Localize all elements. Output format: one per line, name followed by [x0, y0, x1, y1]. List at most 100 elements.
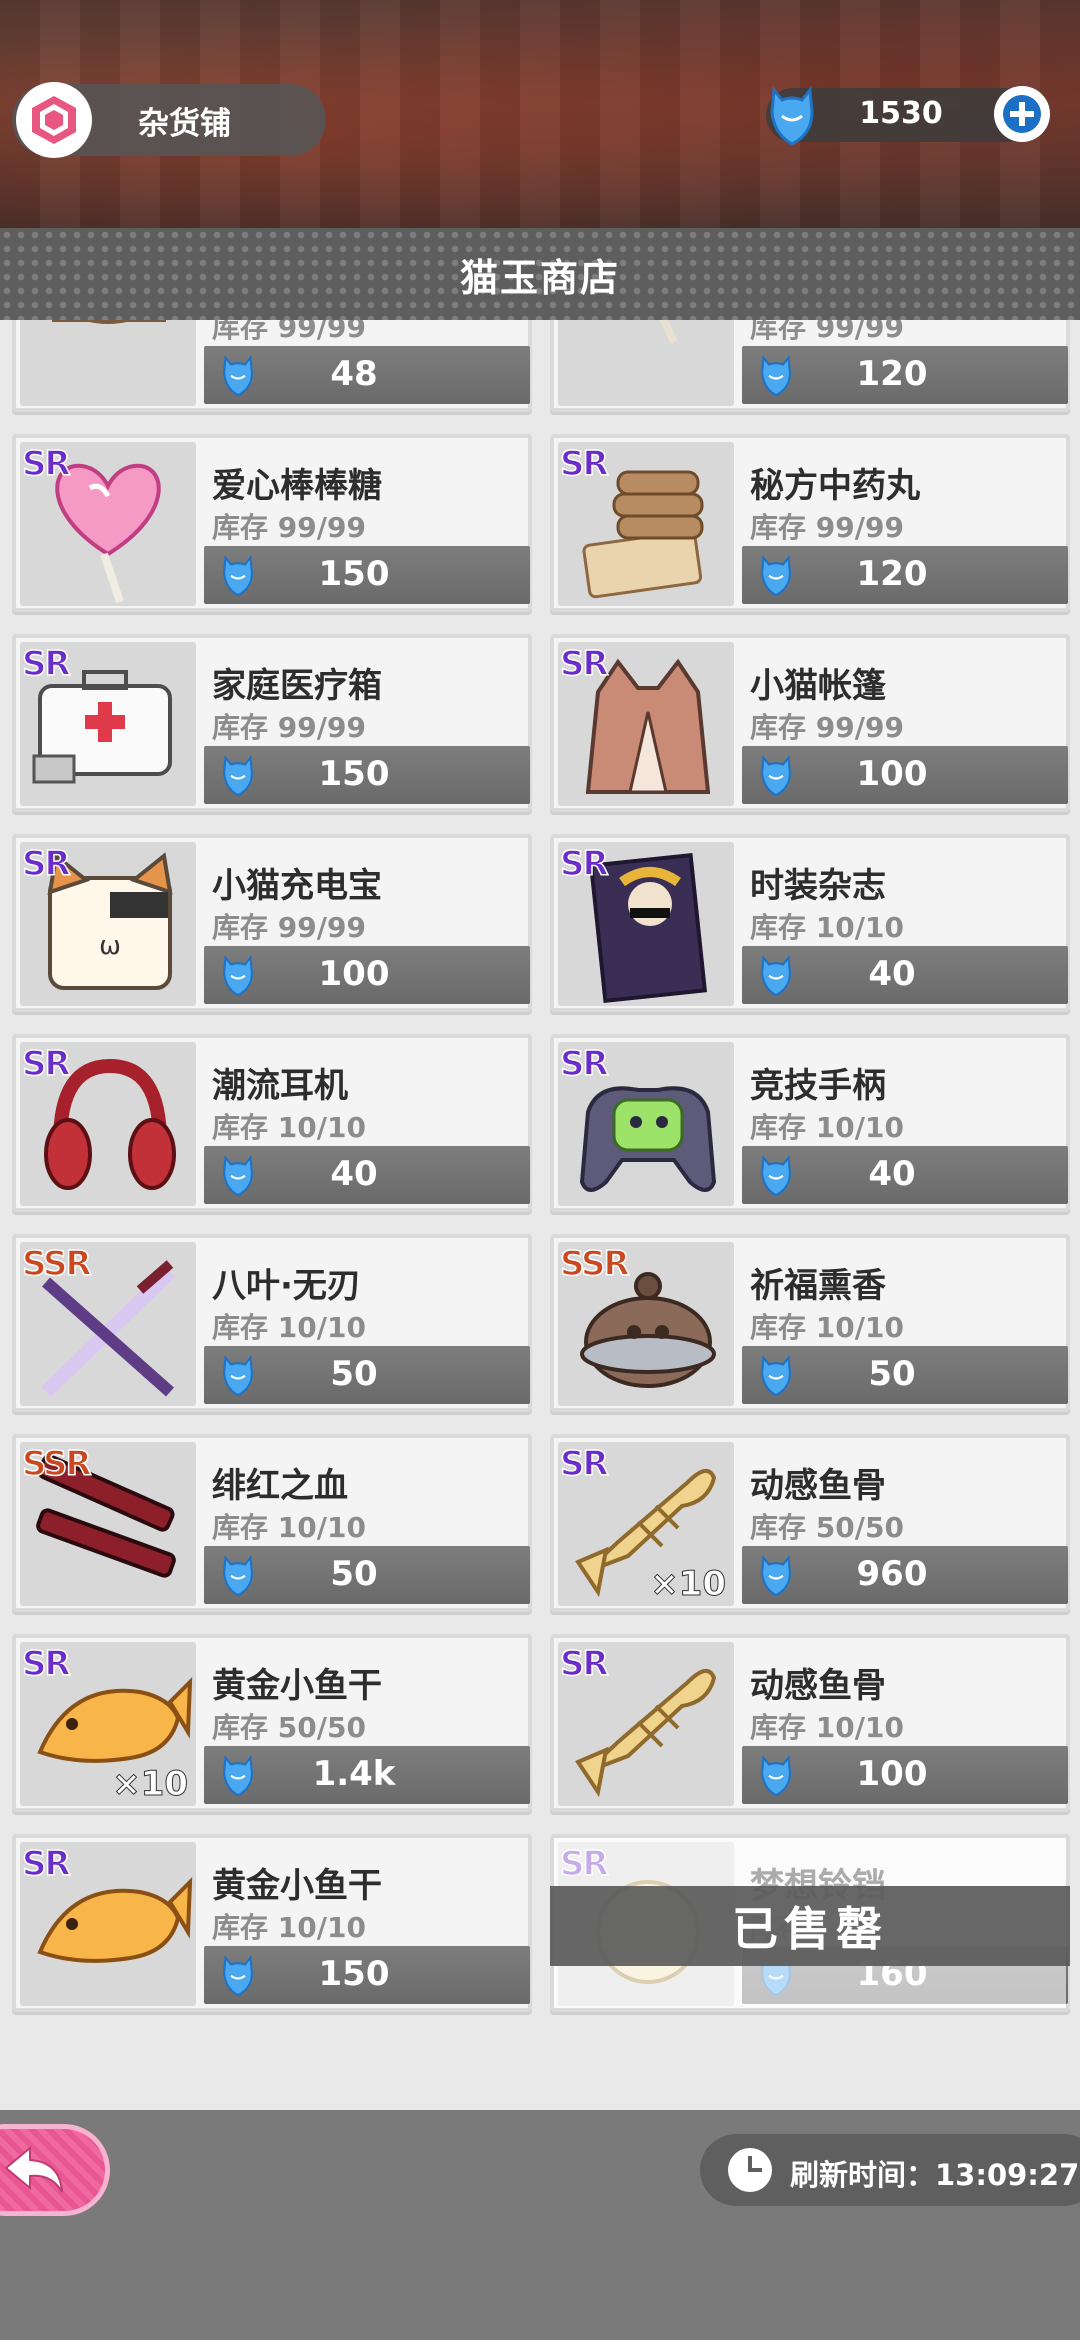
item-thumbnail: SR ω — [20, 842, 196, 1006]
shop-item-card[interactable]: SR ω 小猫充电宝 库存 99/99 100 — [12, 834, 532, 1012]
item-stock: 库存 10/10 — [750, 1706, 904, 1746]
item-stock: 库存 99/99 — [212, 320, 366, 346]
buy-button[interactable]: 120 — [742, 546, 1068, 604]
item-thumbnail: SR — [20, 442, 196, 606]
item-name: 动感鱼骨 — [750, 1466, 886, 1506]
rarity-badge: SR — [21, 1043, 71, 1085]
item-name: 竞技手柄 — [750, 1066, 886, 1106]
item-stock: 库存 99/99 — [212, 506, 366, 546]
buy-button[interactable]: 1.4k — [204, 1746, 530, 1804]
buy-button[interactable]: 40 — [742, 946, 1068, 1004]
stock-prefix: 库存 — [212, 511, 269, 544]
stock-value: 10/10 — [277, 1511, 366, 1544]
buy-button[interactable]: 40 — [742, 1146, 1068, 1204]
cat-gem-icon — [761, 754, 791, 797]
stock-prefix: 库存 — [212, 711, 269, 744]
rarity-badge: SSR — [21, 1443, 92, 1485]
item-price: 150 — [318, 554, 390, 594]
shop-item-card[interactable]: SR 动感鱼骨 库存 10/10 100 — [550, 1634, 1070, 1812]
buy-button[interactable]: 50 — [204, 1546, 530, 1604]
item-price: 50 — [868, 1354, 916, 1394]
buy-button[interactable]: 100 — [204, 946, 530, 1004]
shop-item-card[interactable]: SR ×10 黄金小鱼干 库存 50/50 1.4k — [12, 1634, 532, 1812]
item-name: 时装杂志 — [750, 866, 886, 906]
buy-button[interactable]: 120 — [742, 346, 1068, 404]
item-stock: 库存 10/10 — [212, 1306, 366, 1346]
rarity-badge: SR — [559, 643, 609, 685]
shop-item-card[interactable]: SSR 祈福熏香 库存 10/10 50 — [550, 1234, 1070, 1412]
clock-icon — [728, 2148, 772, 2192]
buy-button[interactable]: 150 — [204, 546, 530, 604]
rarity-badge: SR — [559, 443, 609, 485]
item-thumbnail: SSR — [20, 1442, 196, 1606]
shop-item-card[interactable]: SR 时装杂志 库存 10/10 40 — [550, 834, 1070, 1012]
stock-prefix: 库存 — [750, 911, 807, 944]
rarity-badge: SR — [21, 443, 71, 485]
shop-item-card[interactable]: SR 秘方中药丸 库存 99/99 120 — [550, 434, 1070, 612]
item-name: 八叶·无刃 — [212, 1266, 361, 1306]
back-button[interactable] — [0, 2124, 110, 2216]
stock-prefix: 库存 — [212, 320, 269, 344]
item-name: 家庭医疗箱 — [212, 666, 382, 706]
shop-item-card[interactable]: SSR 八叶·无刃 库存 10/10 50 — [12, 1234, 532, 1412]
item-thumbnail — [20, 320, 196, 406]
buy-button[interactable]: 960 — [742, 1546, 1068, 1604]
cat-gem-icon — [761, 1154, 791, 1197]
item-thumbnail: SR ×10 — [558, 1442, 734, 1606]
stock-value: 10/10 — [815, 1711, 904, 1744]
shop-item-card[interactable]: 库存 99/99 120 — [550, 320, 1070, 412]
item-price: 100 — [318, 954, 390, 994]
shop-item-card[interactable]: SSR 绯红之血 库存 10/10 50 — [12, 1434, 532, 1612]
buy-button[interactable]: 40 — [204, 1146, 530, 1204]
buy-button[interactable]: 150 — [204, 1946, 530, 2004]
item-name: 黄金小鱼干 — [212, 1866, 382, 1906]
shop-selector[interactable]: 杂货铺 — [12, 82, 326, 158]
item-price: 120 — [856, 354, 928, 394]
cat-gem-icon — [223, 1954, 253, 1997]
buy-button[interactable]: 100 — [742, 1746, 1068, 1804]
back-arrow-icon — [4, 2145, 63, 2193]
sold-out-banner: 已售罄 — [550, 1886, 1070, 1966]
shop-item-card[interactable]: SR 竞技手柄 库存 10/10 40 — [550, 1034, 1070, 1212]
item-stock: 库存 10/10 — [212, 1906, 366, 1946]
buy-button[interactable]: 100 — [742, 746, 1068, 804]
rarity-badge: SSR — [21, 1243, 92, 1285]
shop-item-card[interactable]: SR 小猫帐篷 库存 99/99 100 — [550, 634, 1070, 812]
item-price: 150 — [318, 754, 390, 794]
cat-gem-icon — [761, 354, 791, 397]
item-thumbnail: SR — [558, 1042, 734, 1206]
item-thumbnail: SR — [20, 1842, 196, 2006]
stock-prefix: 库存 — [750, 1711, 807, 1744]
shop-item-card[interactable]: 库存 99/99 48 — [12, 320, 532, 412]
stock-prefix: 库存 — [750, 1111, 807, 1144]
buy-button[interactable]: 50 — [204, 1346, 530, 1404]
currency-value: 1530 — [859, 96, 943, 131]
shop-item-card[interactable]: SR 潮流耳机 库存 10/10 40 — [12, 1034, 532, 1212]
rarity-badge: SR — [559, 1043, 609, 1085]
cat-gem-icon — [223, 954, 253, 997]
shop-item-card[interactable]: SR 爱心棒棒糖 库存 99/99 150 — [12, 434, 532, 612]
item-name: 绯红之血 — [212, 1466, 348, 1506]
stock-value: 10/10 — [277, 1311, 366, 1344]
buy-button[interactable]: 50 — [742, 1346, 1068, 1404]
cat-box-icon — [52, 320, 166, 324]
stock-value: 99/99 — [277, 911, 366, 944]
refresh-time-label: 刷新时间：13:09:27 — [790, 2158, 1080, 2192]
shop-item-card[interactable]: SR 黄金小鱼干 库存 10/10 150 — [12, 1834, 532, 2012]
buy-button[interactable]: 150 — [204, 746, 530, 804]
item-name: 祈福熏香 — [750, 1266, 886, 1306]
stock-value: 99/99 — [277, 320, 366, 344]
add-currency-button[interactable] — [994, 86, 1050, 142]
shop-item-card[interactable]: SR 家庭医疗箱 库存 99/99 150 — [12, 634, 532, 812]
shop-item-card[interactable]: SR梦想铃铛库存 160已售罄 — [550, 1834, 1070, 2012]
shop-name: 杂货铺 — [138, 106, 231, 142]
sold-out-label: 已售罄 — [732, 1902, 888, 1956]
item-name: 小猫充电宝 — [212, 866, 382, 906]
item-stock: 库存 10/10 — [750, 906, 904, 946]
shop-item-card[interactable]: SR ×10 动感鱼骨 库存 50/50 960 — [550, 1434, 1070, 1612]
item-quantity: ×10 — [650, 1564, 727, 1605]
item-thumbnail: SSR — [558, 1242, 734, 1406]
stock-value: 99/99 — [815, 711, 904, 744]
buy-button[interactable]: 48 — [204, 346, 530, 404]
page-title: 猫玉商店 — [459, 255, 620, 300]
